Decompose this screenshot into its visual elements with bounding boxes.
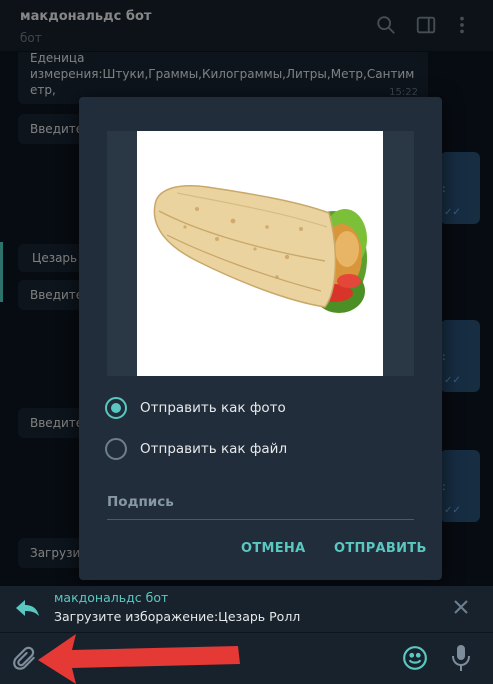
message-input[interactable] xyxy=(52,647,392,671)
reply-bar: макдональдс бот Загрузите изборажение:Це… xyxy=(0,586,493,632)
photo-preview xyxy=(137,131,383,376)
caption-field[interactable]: Подпись xyxy=(107,492,414,520)
reply-icon xyxy=(16,600,39,616)
photo-preview-frame xyxy=(107,131,414,376)
send-photo-dialog: Отправить как фото Отправить как файл По… xyxy=(79,97,442,580)
microphone-icon[interactable] xyxy=(450,643,472,673)
reply-author: макдональдс бот xyxy=(54,590,169,605)
message-composer xyxy=(0,632,493,684)
wrap-photo-image xyxy=(153,185,367,313)
emoji-icon[interactable] xyxy=(402,645,428,671)
radio-checked-icon[interactable] xyxy=(105,397,127,419)
reply-quote: Загрузите изборажение:Цезарь Ролл xyxy=(54,609,301,624)
send-as-photo-option[interactable]: Отправить как фото xyxy=(105,396,286,420)
send-as-file-option[interactable]: Отправить как файл xyxy=(105,437,287,461)
send-as-file-label: Отправить как файл xyxy=(140,441,288,457)
cancel-button[interactable]: ОТМЕНА xyxy=(241,541,305,556)
send-button[interactable]: ОТПРАВИТЬ xyxy=(334,541,427,556)
tortilla xyxy=(153,185,337,308)
send-as-photo-label: Отправить как фото xyxy=(140,400,286,416)
radio-unchecked-icon[interactable] xyxy=(105,438,127,460)
attach-icon[interactable] xyxy=(12,646,38,672)
close-icon[interactable] xyxy=(452,598,470,616)
